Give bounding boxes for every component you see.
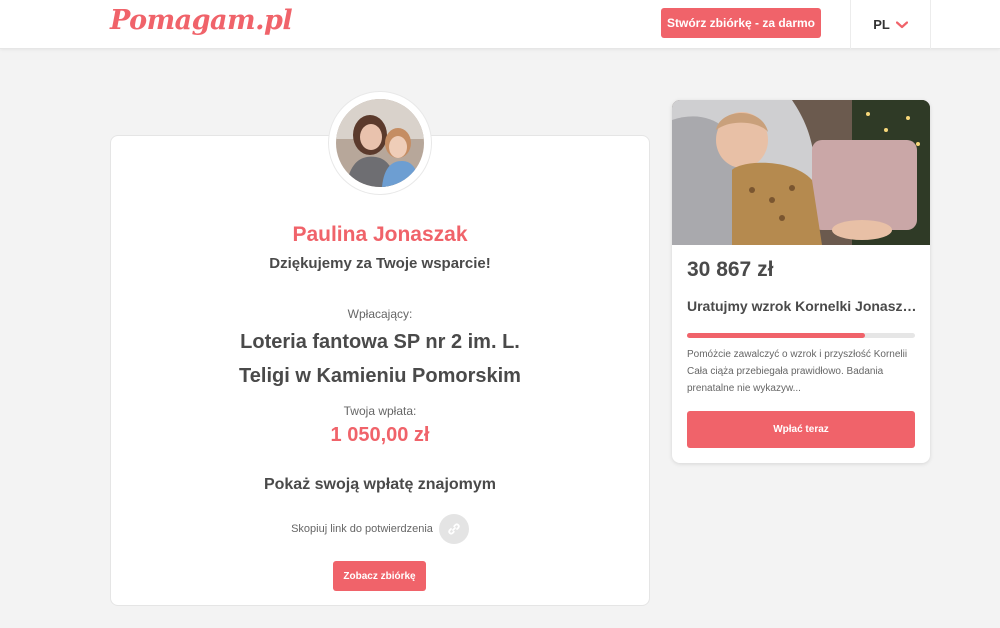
campaign-collected-amount: 30 867 zł — [687, 258, 774, 281]
language-selector[interactable]: PL — [850, 0, 931, 49]
language-label: PL — [873, 17, 890, 32]
campaign-title[interactable]: Uratujmy wzrok Kornelki Jonaszak — [687, 298, 917, 314]
copy-link-label[interactable]: Skopiuj link do potwierdzenia — [291, 523, 433, 535]
payer-name-line-2: Teligi w Kamieniu Pomorskim — [239, 365, 521, 387]
see-fundraiser-button[interactable]: Zobacz zbiórkę — [333, 561, 426, 591]
donation-amount-label: Twoja wpłata: — [343, 404, 417, 418]
payer-label: Wpłacający: — [347, 307, 413, 321]
campaign-progress-fill — [687, 333, 865, 338]
copy-link-row: Skopiuj link do potwierdzenia — [110, 514, 650, 544]
chevron-down-icon — [895, 20, 908, 28]
link-icon[interactable] — [438, 514, 469, 544]
campaign-photo — [672, 100, 930, 245]
avatar — [336, 99, 424, 187]
organizer-name: Paulina Jonaszak — [292, 223, 468, 246]
campaign-card[interactable]: 30 867 zł Uratujmy wzrok Kornelki Jonasz… — [672, 100, 930, 463]
campaign-progress-bar — [687, 333, 915, 338]
share-heading: Pokaż swoją wpłatę znajomym — [263, 476, 497, 493]
donation-amount: 1 050,00 zł — [330, 424, 430, 446]
donate-now-button[interactable]: Wpłać teraz — [687, 411, 915, 448]
top-navigation-bar: Pomagam.pl Stwórz zbiórkę - za darmo PL — [0, 0, 1000, 49]
thank-you-message: Dziękujemy za Twoje wsparcie! — [269, 255, 491, 272]
logo[interactable]: Pomagam.pl — [110, 5, 293, 36]
organizer-avatar-frame — [329, 92, 431, 194]
payer-name: Loteria fantowa SP nr 2 im. L. Teligi w … — [110, 325, 650, 393]
create-fundraiser-button[interactable]: Stwórz zbiórkę - za darmo — [661, 8, 821, 38]
campaign-description: Pomóżcie zawalczyć o wzrok i przyszłość … — [687, 349, 908, 394]
payer-name-line-1: Loteria fantowa SP nr 2 im. L. — [240, 331, 520, 353]
